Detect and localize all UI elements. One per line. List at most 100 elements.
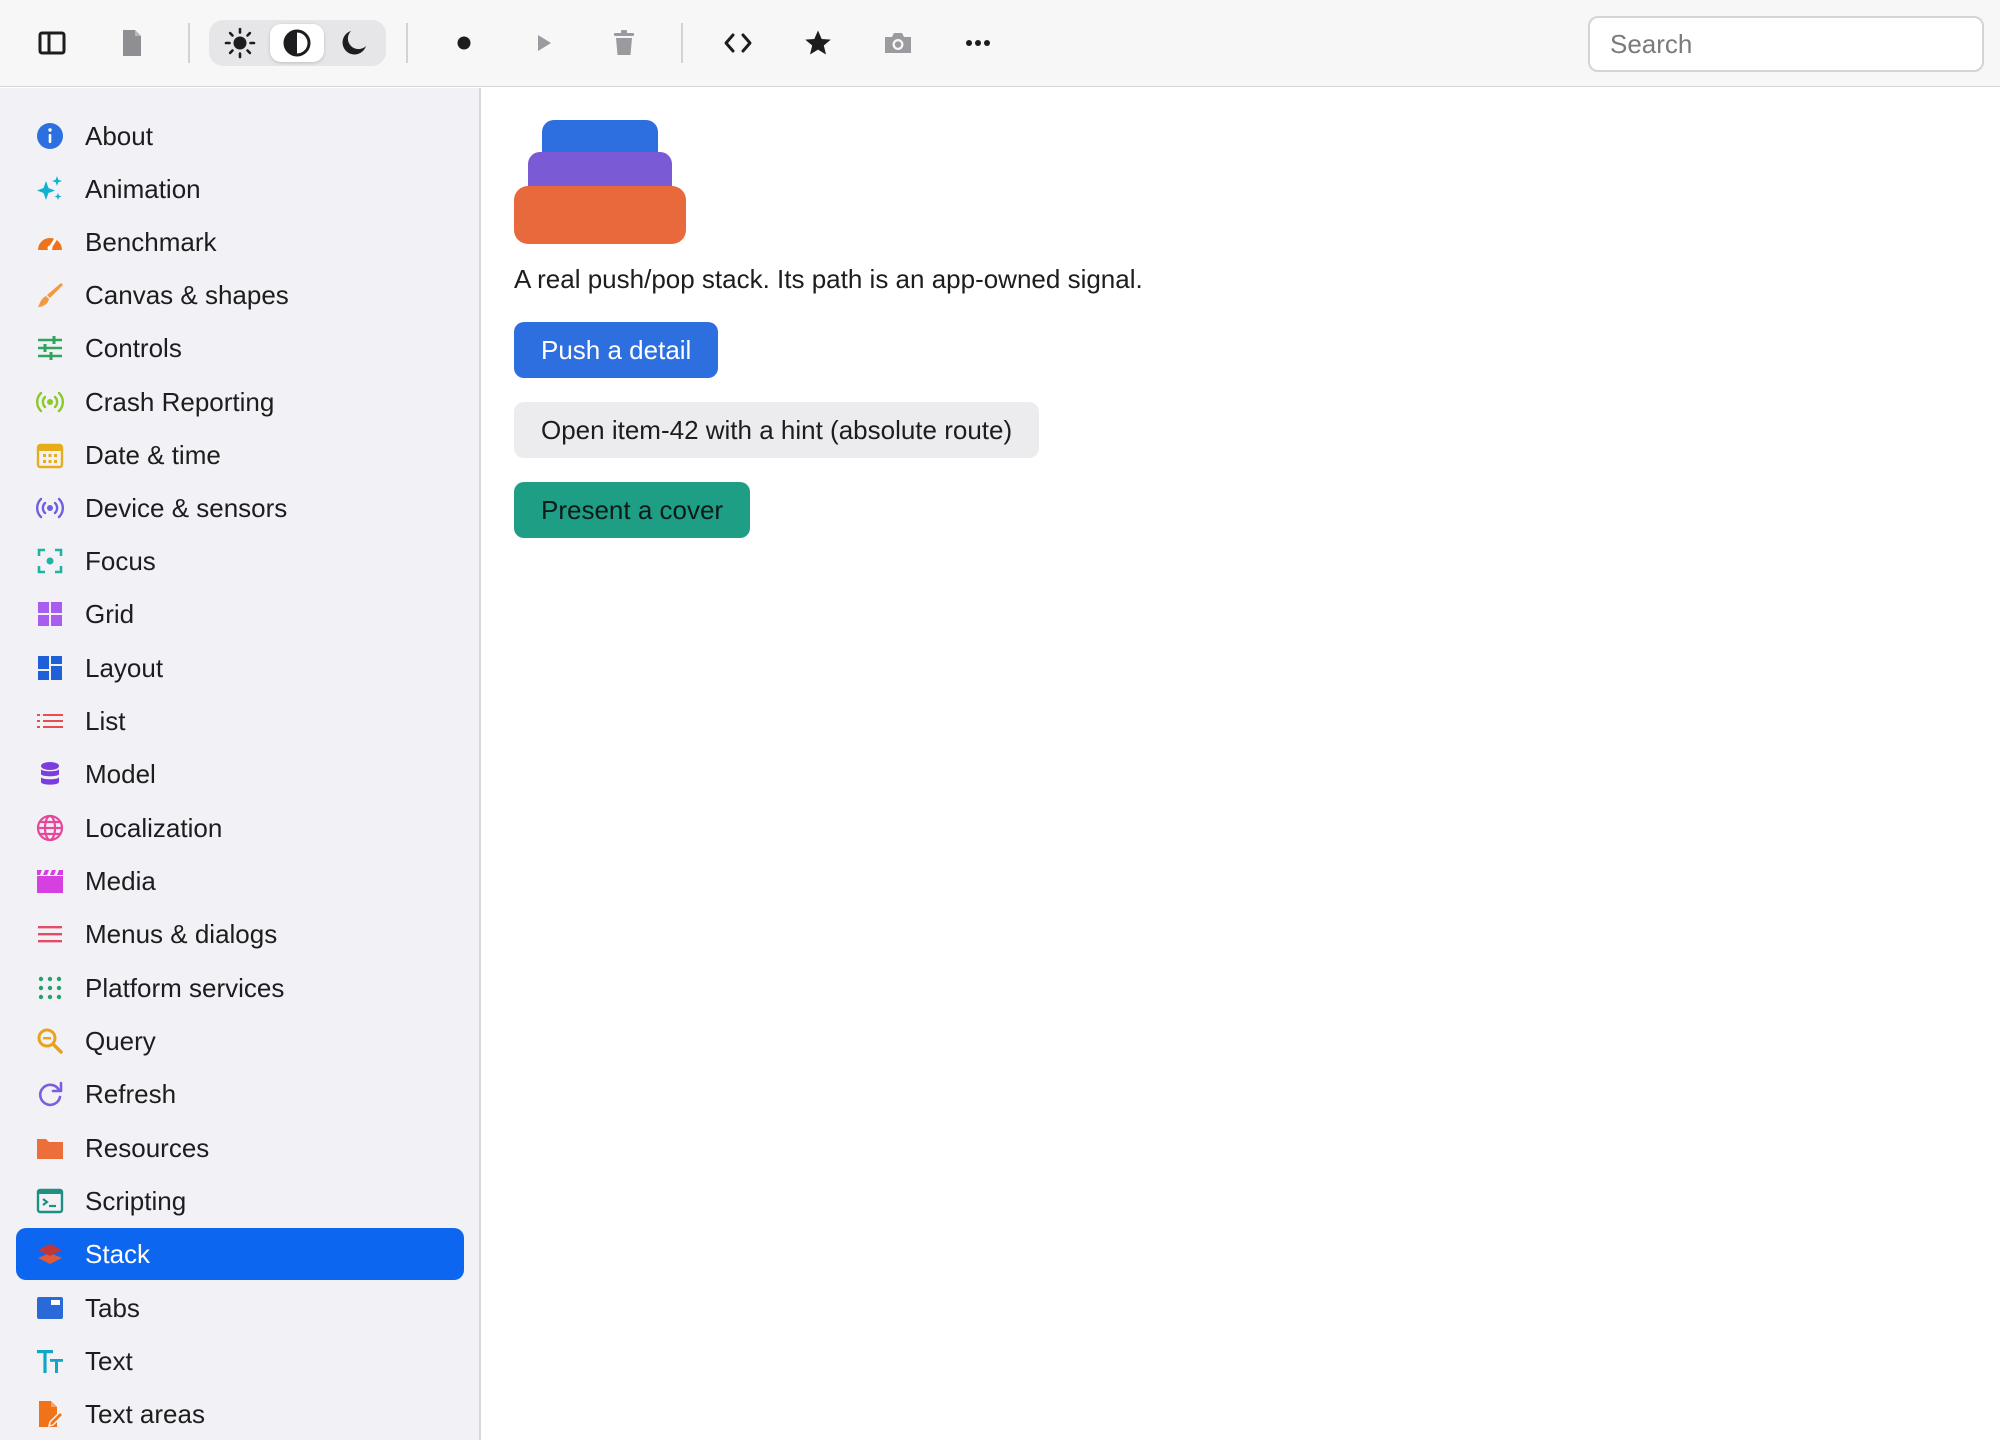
sidebar-item-resources[interactable]: Resources (16, 1122, 464, 1174)
sidebar-item-canvas-shapes[interactable]: Canvas & shapes (16, 269, 464, 321)
tabs-icon (36, 1294, 64, 1322)
grid-icon (36, 600, 64, 628)
contrast-icon (283, 29, 311, 57)
play-button[interactable] (519, 18, 569, 68)
sidebar-item-grid[interactable]: Grid (16, 588, 464, 640)
broadcast-icon (36, 388, 64, 416)
sidebar-item-layout[interactable]: Layout (16, 642, 464, 694)
sidebar-item-list[interactable]: List (16, 695, 464, 747)
camera-icon (885, 33, 911, 53)
sidebar-item-label: Platform services (85, 972, 285, 1003)
sidebar-item-label: Query (85, 1025, 156, 1056)
sidebar-item-label: Focus (85, 545, 156, 576)
sidebar-item-label: Device & sensors (85, 492, 288, 523)
star-icon (805, 30, 831, 55)
theme-dark-button[interactable] (327, 24, 381, 62)
sidebar-item-localization[interactable]: Localization (16, 802, 464, 854)
sidebar-item-controls[interactable]: Controls (16, 322, 464, 374)
sidebar-item-media[interactable]: Media (16, 855, 464, 907)
sparkles-icon (36, 175, 64, 203)
sidebar-item-refresh[interactable]: Refresh (16, 1068, 464, 1120)
sidebar-item-platform-services[interactable]: Platform services (16, 962, 464, 1014)
delete-button[interactable] (599, 18, 649, 68)
sidebar-item-query[interactable]: Query (16, 1015, 464, 1067)
sidebar-item-text[interactable]: Text (16, 1335, 464, 1387)
record-button[interactable] (439, 18, 489, 68)
sidebar-item-crash-reporting[interactable]: Crash Reporting (16, 376, 464, 428)
sidebar-toggle-button[interactable] (27, 18, 77, 68)
sidebar-item-text-areas[interactable]: Text areas (16, 1388, 464, 1440)
stack-layers-illustration (514, 120, 686, 244)
stack-layer-bottom (514, 186, 686, 244)
refresh-icon (36, 1080, 64, 1108)
sidebar-item-label: Canvas & shapes (85, 279, 289, 310)
sidebar-item-stack[interactable]: Stack (16, 1228, 464, 1280)
moon-icon (342, 31, 366, 55)
dots-grid-icon (36, 974, 64, 1002)
screenshot-button[interactable] (873, 18, 923, 68)
sensor-icon (36, 494, 64, 522)
sidebar-item-scripting[interactable]: Scripting (16, 1175, 464, 1227)
toolbar-separator (681, 23, 683, 63)
info-icon (36, 122, 64, 150)
sidebar: About Animation Benchmark Canvas & shape… (0, 88, 481, 1440)
more-button[interactable] (953, 18, 1003, 68)
document-edit-icon (36, 1400, 64, 1428)
theme-auto-button[interactable] (270, 24, 324, 62)
clapperboard-icon (36, 867, 64, 895)
trash-icon (614, 30, 634, 55)
sidebar-item-label: Layout (85, 652, 164, 683)
sidebar-item-label: Resources (85, 1132, 210, 1163)
calendar-icon (36, 441, 64, 469)
theme-switcher (209, 20, 386, 66)
sidebar-item-label: Localization (85, 812, 223, 843)
sidebar-item-device-sensors[interactable]: Device & sensors (16, 482, 464, 534)
favorite-button[interactable] (793, 18, 843, 68)
sidebar-item-animation[interactable]: Animation (16, 163, 464, 215)
present-cover-button[interactable]: Present a cover (514, 482, 751, 538)
globe-icon (36, 814, 64, 842)
theme-light-button[interactable] (213, 24, 267, 62)
open-item-button[interactable]: Open item-42 with a hint (absolute route… (514, 402, 1040, 458)
sidebar-icon (38, 31, 66, 55)
sidebar-item-label: Animation (85, 173, 201, 204)
detail-pane: A real push/pop stack. Its path is an ap… (482, 88, 2000, 1440)
sidebar-item-benchmark[interactable]: Benchmark (16, 216, 464, 268)
document-button[interactable] (107, 18, 157, 68)
database-icon (36, 760, 64, 788)
record-dot-icon (457, 36, 471, 50)
sidebar-item-label: Scripting (85, 1185, 187, 1216)
paintbrush-icon (36, 281, 64, 309)
sidebar-item-label: Controls (85, 332, 182, 363)
play-icon (538, 35, 551, 51)
layout-icon (36, 654, 64, 682)
layers-icon (36, 1240, 64, 1268)
folder-icon (36, 1134, 64, 1162)
menu-icon (36, 920, 64, 948)
sidebar-item-label: List (85, 705, 126, 736)
speedometer-icon (36, 228, 64, 256)
sidebar-item-date-time[interactable]: Date & time (16, 429, 464, 481)
toolbar-separator (188, 23, 190, 63)
push-detail-button[interactable]: Push a detail (514, 322, 719, 378)
code-brackets-icon (724, 33, 752, 53)
document-icon (123, 30, 141, 56)
sidebar-item-label: Crash Reporting (85, 386, 275, 417)
sidebar-item-model[interactable]: Model (16, 748, 464, 800)
list-icon (36, 707, 64, 735)
search-input[interactable] (1588, 16, 1984, 72)
source-button[interactable] (713, 18, 763, 68)
sidebar-item-focus[interactable]: Focus (16, 535, 464, 587)
sidebar-item-label: About (85, 120, 153, 151)
toolbar (0, 0, 2000, 87)
sidebar-item-tabs[interactable]: Tabs (16, 1282, 464, 1334)
sidebar-item-about[interactable]: About (16, 110, 464, 162)
terminal-icon (36, 1187, 64, 1215)
toolbar-separator (406, 23, 408, 63)
sidebar-item-label: Date & time (85, 439, 221, 470)
magnifier-icon (36, 1027, 64, 1055)
sidebar-item-menus-dialogs[interactable]: Menus & dialogs (16, 908, 464, 960)
ellipsis-icon (966, 40, 990, 46)
stack-description: A real push/pop stack. Its path is an ap… (514, 264, 1143, 294)
focus-icon (36, 547, 64, 575)
